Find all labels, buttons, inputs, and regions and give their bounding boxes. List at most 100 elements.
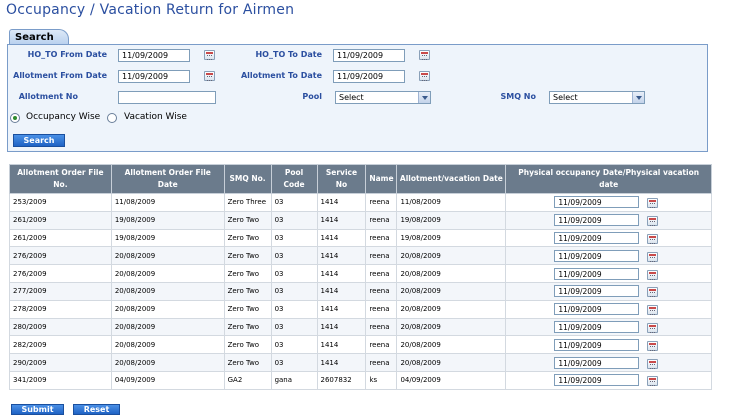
table-row: 261/2009 19/08/2009 Zero Two 03 1414 reena 19/… xyxy=(9,210,712,230)
reset-button[interactable]: Reset xyxy=(73,404,120,415)
table-cell: 03 xyxy=(270,335,318,355)
allotment-no-input[interactable] xyxy=(118,91,216,104)
ho-to-to-label: HO_TO To Date xyxy=(255,50,322,59)
allotment-from-input[interactable] xyxy=(118,70,190,83)
physical-date-input[interactable]: 11/09/2009 xyxy=(554,196,640,209)
calendar-icon[interactable] xyxy=(647,287,659,298)
table-cell: 253/2009 xyxy=(9,193,112,212)
table-cell: Zero Three xyxy=(223,193,272,212)
table-cell: 2607832 xyxy=(316,370,367,390)
submit-button[interactable]: Submit xyxy=(11,404,64,415)
calendar-icon[interactable] xyxy=(647,322,659,333)
occupancy-wise-radio[interactable] xyxy=(10,113,20,123)
physical-date-input[interactable]: 11/09/2009 xyxy=(554,285,640,298)
table-cell: 04/09/2009 xyxy=(110,370,225,390)
table-cell: 1414 xyxy=(316,228,367,248)
calendar-icon[interactable] xyxy=(647,198,659,209)
table-cell: 20/08/2009 xyxy=(396,264,507,283)
table-cell: 20/08/2009 xyxy=(396,281,507,301)
physical-date-input[interactable]: 11/09/2009 xyxy=(554,303,640,316)
table-cell: reena xyxy=(365,264,398,283)
physical-date-cell: 11/09/2009 xyxy=(505,228,712,248)
table-row: 276/2009 20/08/2009 Zero Two 03 1414 reena 20/… xyxy=(9,264,712,283)
physical-date-cell: 11/09/2009 xyxy=(505,264,712,283)
table-cell: 20/08/2009 xyxy=(110,246,225,266)
table-cell: 20/08/2009 xyxy=(110,353,225,372)
calendar-icon[interactable] xyxy=(647,269,659,280)
ho-to-from-input[interactable] xyxy=(118,49,190,62)
table-cell: 03 xyxy=(270,353,318,372)
table-cell: 20/08/2009 xyxy=(396,299,507,319)
physical-date-input[interactable]: 11/09/2009 xyxy=(554,320,640,333)
table-row: 280/2009 20/08/2009 Zero Two 03 1414 reena 20/… xyxy=(9,317,712,337)
table-cell: 1414 xyxy=(316,335,367,355)
table-row: 277/2009 20/08/2009 Zero Two 03 1414 reena 20/… xyxy=(9,281,712,301)
vacation-wise-label: Vacation Wise xyxy=(124,112,187,122)
table-cell: 20/08/2009 xyxy=(110,299,225,319)
table-header-row: Allotment Order File No. Allotment Order … xyxy=(9,164,712,194)
physical-date-cell: 11/09/2009 xyxy=(505,193,712,212)
table-cell: 276/2009 xyxy=(9,264,112,283)
pool-select[interactable]: Select xyxy=(335,91,431,104)
search-button[interactable]: Search xyxy=(13,134,65,147)
table-row: 261/2009 19/08/2009 Zero Two 03 1414 reena 19/… xyxy=(9,228,712,248)
table-cell: 19/08/2009 xyxy=(110,210,225,230)
table-cell: reena xyxy=(365,353,398,372)
calendar-icon[interactable] xyxy=(204,50,215,60)
table-cell: 341/2009 xyxy=(9,370,112,390)
physical-date-input[interactable]: 11/09/2009 xyxy=(554,338,640,351)
calendar-icon[interactable] xyxy=(647,233,659,244)
table-cell: 20/08/2009 xyxy=(396,317,507,337)
search-panel: HO_TO From Date HO_TO To Date Allotment … xyxy=(7,44,708,152)
calendar-icon[interactable] xyxy=(647,376,659,387)
table-cell: 03 xyxy=(270,281,318,301)
table-row: 341/2009 04/09/2009 GA2 gana 2607832 ks 04/09/… xyxy=(9,370,712,390)
allotment-from-label: Allotment From Date xyxy=(13,71,107,80)
table-cell: 19/08/2009 xyxy=(396,228,507,248)
calendar-icon[interactable] xyxy=(647,340,659,351)
calendar-icon[interactable] xyxy=(419,71,430,81)
ho-to-to-input[interactable] xyxy=(333,49,405,62)
calendar-icon[interactable] xyxy=(419,50,430,60)
allotment-to-input[interactable] xyxy=(333,70,405,83)
table-cell: Zero Two xyxy=(223,281,272,301)
calendar-icon[interactable] xyxy=(647,251,659,262)
chevron-down-icon xyxy=(632,92,644,103)
table-cell: 03 xyxy=(270,317,318,337)
table-cell: reena xyxy=(365,335,398,355)
table-cell: Zero Two xyxy=(223,246,272,266)
table-row: 253/2009 11/08/2009 Zero Three 03 1414 reena 1… xyxy=(9,193,712,212)
table-row: 282/2009 20/08/2009 Zero Two 03 1414 reena 20/… xyxy=(9,335,712,355)
column-header: SMQ No. xyxy=(223,164,272,194)
results-table: Allotment Order File No. Allotment Order … xyxy=(9,164,712,390)
table-cell: 19/08/2009 xyxy=(110,228,225,248)
allotment-no-label: Allotment No xyxy=(18,92,78,101)
search-tab[interactable]: Search xyxy=(9,29,69,45)
table-cell: reena xyxy=(365,317,398,337)
ho-to-from-label: HO_TO From Date xyxy=(27,50,107,59)
table-cell: Zero Two xyxy=(223,299,272,319)
calendar-icon[interactable] xyxy=(647,358,659,369)
physical-date-input[interactable]: 11/09/2009 xyxy=(554,356,640,369)
table-cell: reena xyxy=(365,210,398,230)
physical-date-input[interactable]: 11/09/2009 xyxy=(554,267,640,280)
physical-date-input[interactable]: 11/09/2009 xyxy=(554,249,640,262)
table-row: 290/2009 20/08/2009 Zero Two 03 1414 reena 20/… xyxy=(9,353,712,372)
smq-select[interactable]: Select xyxy=(549,91,645,104)
table-cell: reena xyxy=(365,281,398,301)
physical-date-input[interactable]: 11/09/2009 xyxy=(554,374,640,387)
calendar-icon[interactable] xyxy=(647,305,659,316)
table-cell: 20/08/2009 xyxy=(110,317,225,337)
physical-date-input[interactable]: 11/09/2009 xyxy=(554,231,640,244)
table-cell: 280/2009 xyxy=(9,317,112,337)
pool-select-value: Select xyxy=(339,93,364,102)
table-cell: 1414 xyxy=(316,246,367,266)
calendar-icon[interactable] xyxy=(647,216,659,227)
physical-date-cell: 11/09/2009 xyxy=(505,299,712,319)
table-cell: reena xyxy=(365,246,398,266)
table-cell: 261/2009 xyxy=(9,228,112,248)
table-cell: 276/2009 xyxy=(9,246,112,266)
calendar-icon[interactable] xyxy=(204,71,215,81)
physical-date-input[interactable]: 11/09/2009 xyxy=(554,214,640,227)
vacation-wise-radio[interactable] xyxy=(107,113,117,123)
